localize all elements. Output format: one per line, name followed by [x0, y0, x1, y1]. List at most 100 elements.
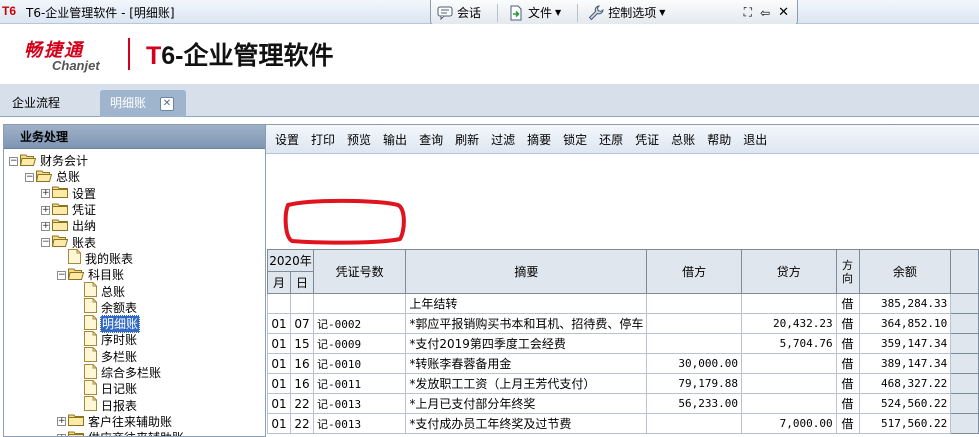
tree-item[interactable]: 序时账: [4, 330, 265, 348]
voucher-cell: 记-0002: [312, 313, 407, 334]
table-row[interactable]: 01 22 记-0013 *支付成办员工年终奖及过节费 7,000.00 借 517,560…: [267, 413, 979, 434]
debit-header: 借方: [646, 249, 742, 294]
toolbar-button[interactable]: 帮助: [707, 131, 731, 148]
credit-cell: [740, 393, 837, 414]
tree-item[interactable]: + 出纳: [4, 218, 265, 234]
file-menu-button[interactable]: 文件 ▼: [508, 4, 561, 21]
tree-item-label: 余额表: [101, 300, 138, 315]
tree-item[interactable]: − 总账: [4, 169, 265, 185]
voucher-cell: 记-0011: [312, 373, 407, 394]
brand-logo-en: Chanjet: [52, 58, 100, 73]
product-name-prefix: T: [146, 42, 162, 70]
toolbar-button[interactable]: 查询: [419, 131, 443, 148]
remote-control-toolbar: 会话 文件 ▼ 控制选项 ▼ ⛶ ⇦ ✕: [430, 0, 798, 26]
tree-item-label: 我的账表: [85, 251, 134, 266]
year-header: 2020年: [267, 249, 314, 272]
toolbar-button[interactable]: 输出: [383, 131, 407, 148]
close-tab-icon[interactable]: ✕: [160, 97, 174, 111]
collapse-icon[interactable]: −: [57, 270, 66, 280]
tree-item[interactable]: − 科目账: [4, 267, 265, 283]
tree-item[interactable]: + 客户往来辅助账: [4, 414, 265, 430]
collapse-icon[interactable]: −: [41, 238, 50, 248]
table-row[interactable]: 01 16 记-0011 *发放职工工资（上月王芳代支付） 79,179.88 借 468,…: [267, 373, 979, 394]
collapse-icon[interactable]: −: [25, 172, 34, 182]
tab-detail-ledger[interactable]: 明细账 ✕: [100, 90, 186, 117]
toolbar-button[interactable]: 预览: [347, 131, 371, 148]
folder-open-icon: [67, 267, 85, 284]
debit-cell: [646, 293, 742, 314]
toolbar-button[interactable]: 过滤: [491, 131, 515, 148]
table-row[interactable]: 01 15 记-0009 *支付2019第四季度工会经费 5,704.76 借 359,14…: [267, 333, 979, 354]
tree-item[interactable]: + 凭证: [4, 202, 265, 218]
month-cell: 01: [267, 313, 291, 334]
month-header: 月: [267, 271, 291, 294]
folder-icon: [68, 413, 84, 430]
tree-item[interactable]: − 财务会计: [4, 153, 265, 169]
table-row[interactable]: 上年结转 借 385,284.33: [267, 293, 979, 314]
table-row[interactable]: 01 07 记-0002 *郭应平报销购买书本和耳机、招待费、停车 20,432.23 借…: [267, 313, 979, 334]
tree-item[interactable]: +供应商往来辅助账: [4, 430, 265, 436]
toolbar-button[interactable]: 总账: [671, 131, 695, 148]
day-cell: [289, 293, 314, 314]
credit-cell: 7,000.00: [740, 413, 837, 434]
document-icon: [68, 249, 81, 268]
tree-item-label: 明细账: [100, 315, 141, 334]
tree-item[interactable]: 综合多栏账: [4, 363, 265, 381]
chat-button[interactable]: 会话: [437, 4, 481, 21]
tree-item[interactable]: 余额表: [4, 298, 265, 316]
control-options-label: 控制选项: [608, 6, 657, 20]
tree-item[interactable]: 多栏账: [4, 347, 265, 365]
day-cell: 15: [289, 333, 314, 354]
toolbar-button[interactable]: 退出: [743, 131, 767, 148]
expand-icon[interactable]: +: [57, 417, 66, 427]
toolbar-button[interactable]: 摘要: [527, 131, 551, 148]
direction-cell: 借: [835, 413, 860, 434]
tree-item[interactable]: 日报表: [4, 396, 265, 413]
expand-icon[interactable]: +: [41, 189, 50, 199]
tree-item[interactable]: − 账表: [4, 234, 265, 250]
table-row[interactable]: 01 22 记-0013 *上月已支付部分年终奖 56,233.00 借 524,560.2…: [267, 393, 979, 414]
folder-open-icon: [19, 153, 37, 170]
toolbar-button[interactable]: 还原: [599, 131, 623, 148]
day-cell: 16: [289, 373, 314, 394]
summary-cell: *支付2019第四季度工会经费: [405, 333, 648, 354]
tab-enterprise-process[interactable]: 企业流程: [2, 90, 70, 117]
product-name: T6-企业管理软件: [146, 36, 334, 72]
toolbar-button[interactable]: 设置: [275, 131, 299, 148]
expand-icon[interactable]: +: [41, 221, 50, 231]
tab-bar: 企业流程 明细账 ✕: [0, 84, 979, 117]
tree-item[interactable]: + 设置: [4, 186, 265, 202]
month-cell: 01: [267, 373, 291, 394]
toolbar-button[interactable]: 刷新: [455, 131, 479, 148]
pin-icon[interactable]: ⇦: [760, 6, 770, 20]
folder-open-icon: [35, 169, 53, 186]
direction-cell: 借: [835, 333, 860, 354]
toolbar-button[interactable]: 锁定: [563, 131, 587, 148]
tree-item-label: 日报表: [101, 398, 138, 413]
tree-item-label: 序时账: [101, 333, 138, 348]
day-cell: 22: [289, 393, 314, 414]
fullscreen-icon[interactable]: ⛶: [744, 5, 752, 20]
voucher-cell: 记-0013: [312, 393, 407, 414]
debit-cell: [646, 333, 742, 354]
toolbar-button[interactable]: 凭证: [635, 131, 659, 148]
month-cell: [267, 293, 291, 314]
brand-header: 畅捷通 Chanjet T6-企业管理软件: [0, 24, 979, 84]
toolbar-separator: [497, 3, 499, 22]
summary-cell: *发放职工工资（上月王芳代支付）: [405, 373, 648, 394]
tree-item[interactable]: 明细账: [4, 314, 265, 334]
table-row[interactable]: 01 16 记-0010 *转账李春蓉备用金 30,000.00 借 389,147.34: [267, 353, 979, 374]
expand-icon[interactable]: +: [41, 205, 50, 215]
direction-cell: 借: [835, 353, 860, 374]
tree-item[interactable]: 总账: [4, 282, 265, 299]
close-icon[interactable]: ✕: [778, 5, 789, 20]
collapse-icon[interactable]: −: [9, 156, 18, 166]
toolbar-button[interactable]: 打印: [311, 131, 335, 148]
tree-item[interactable]: 我的账表: [4, 249, 265, 268]
direction-header: 方向: [835, 249, 860, 294]
credit-cell: 20,432.23: [740, 313, 837, 334]
control-options-button[interactable]: 控制选项 ▼: [588, 4, 665, 21]
tree-item[interactable]: 日记账: [4, 379, 265, 397]
app-logo: T6: [2, 4, 17, 18]
folder-icon: [52, 218, 68, 235]
